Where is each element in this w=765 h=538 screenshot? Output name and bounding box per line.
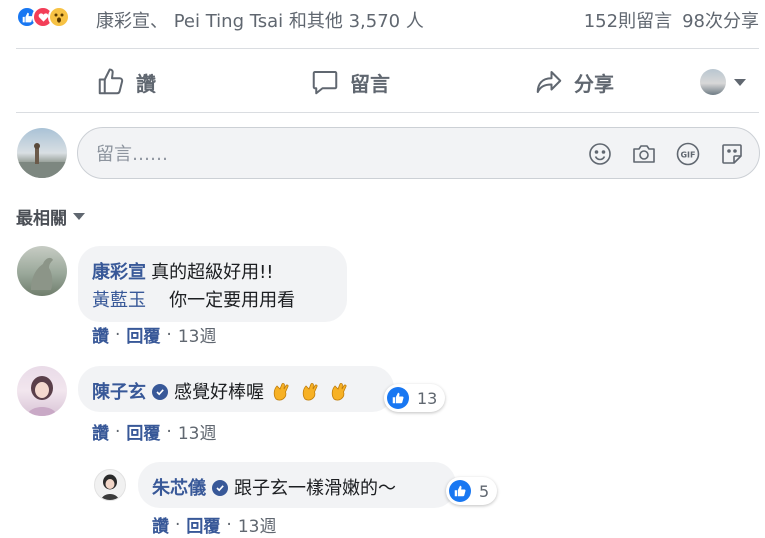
- commenter-avatar[interactable]: [17, 246, 67, 296]
- comment-line: 黃藍玉 你一定要用用看: [92, 286, 295, 312]
- reactors-summary[interactable]: 康彩宣、 Pei Ting Tsai 和其他 3,570 人: [96, 7, 424, 33]
- mention-link[interactable]: 黃藍玉: [92, 290, 146, 311]
- comment-button[interactable]: 留言: [310, 60, 390, 104]
- separator: ·: [226, 514, 232, 535]
- comment-icon: [312, 71, 338, 95]
- comment-actions: 讚 · 回覆 · 13週: [92, 322, 217, 348]
- comment-like-link[interactable]: 讚: [92, 419, 109, 444]
- commenter-avatar[interactable]: [17, 366, 67, 416]
- separator: ·: [115, 421, 121, 442]
- comments-count[interactable]: 152則留言: [584, 11, 672, 32]
- person-photo-icon: [17, 143, 67, 178]
- emoji-icon[interactable]: [586, 140, 614, 168]
- comment-sort-dropdown[interactable]: 最相關: [16, 204, 85, 229]
- current-user-avatar[interactable]: [17, 128, 67, 178]
- thumbs-up-icon: [98, 68, 124, 95]
- comment-reply-link[interactable]: 回覆: [186, 512, 220, 537]
- separator: ·: [115, 324, 121, 345]
- separator: ·: [166, 324, 172, 345]
- person-photo-icon: [27, 376, 57, 416]
- comment-label: 留言: [350, 71, 390, 96]
- like-button[interactable]: 讚: [96, 60, 156, 104]
- comment-author[interactable]: 陳子玄: [92, 382, 146, 403]
- comment-reaction-count[interactable]: 13: [384, 384, 446, 412]
- comment-input[interactable]: [94, 139, 558, 169]
- engagement-counts: 152則留言 98次分享: [584, 7, 759, 33]
- comment-text: 你一定要用用看: [169, 290, 296, 311]
- caret-down-icon: [73, 213, 85, 220]
- reaction-icons[interactable]: [16, 6, 70, 30]
- sticker-icon[interactable]: [718, 140, 746, 168]
- comment-composer[interactable]: GIF: [77, 127, 760, 179]
- camera-icon[interactable]: [630, 140, 658, 168]
- comment-actions: 讚 · 回覆 · 13週: [92, 419, 217, 445]
- comment-author[interactable]: 朱芯儀: [152, 478, 206, 499]
- comment-reply-link[interactable]: 回覆: [126, 322, 160, 347]
- wow-reaction-icon: [48, 6, 70, 28]
- gif-icon[interactable]: GIF: [674, 140, 702, 168]
- shares-count[interactable]: 98次分享: [682, 11, 759, 32]
- chevron-down-icon: [734, 78, 746, 86]
- separator: ·: [175, 514, 181, 535]
- comment-author[interactable]: 康彩宣: [92, 262, 146, 283]
- reply-avatar[interactable]: [94, 469, 126, 501]
- share-icon: [536, 71, 562, 93]
- comment-text: 感覺好棒喔: [174, 382, 264, 403]
- comment-text: 跟子玄一樣滑嫩的～: [234, 478, 396, 499]
- like-label: 讚: [136, 71, 156, 96]
- comment-bubble: 康彩宣 真的超級好用!! 黃藍玉 你一定要用用看: [78, 246, 347, 322]
- comment-text: 真的超級好用!!: [151, 262, 274, 283]
- divider: [16, 112, 759, 113]
- reply-bubble: 朱芯儀 跟子玄一樣滑嫩的～: [138, 462, 456, 508]
- reaction-count: 5: [479, 481, 490, 501]
- share-label: 分享: [574, 71, 614, 96]
- dinosaur-photo-icon: [31, 257, 53, 290]
- comment-line: 康彩宣 真的超級好用!!: [92, 258, 274, 284]
- verified-badge-icon: [152, 384, 168, 400]
- comment-like-link[interactable]: 讚: [152, 512, 169, 537]
- like-reaction-icon: [387, 387, 409, 409]
- sort-label: 最相關: [16, 209, 67, 229]
- comment-reply-link[interactable]: 回覆: [126, 419, 160, 444]
- share-button[interactable]: 分享: [534, 60, 614, 104]
- clapping-hands-icon: [264, 383, 351, 402]
- comment-bubble: 陳子玄 感覺好棒喔: [78, 366, 394, 412]
- comment-timestamp[interactable]: 13週: [178, 322, 217, 347]
- comment-like-link[interactable]: 讚: [92, 322, 109, 347]
- like-reaction-icon: [449, 480, 471, 502]
- comment-timestamp[interactable]: 13週: [178, 419, 217, 444]
- audience-selector[interactable]: [700, 60, 746, 104]
- separator: ·: [166, 421, 172, 442]
- comment-line: 朱芯儀 跟子玄一樣滑嫩的～: [152, 474, 396, 500]
- comment-line: 陳子玄 感覺好棒喔: [92, 378, 351, 404]
- person-photo-icon: [101, 474, 119, 500]
- comment-actions: 讚 · 回覆 · 13週: [152, 512, 277, 538]
- comment-timestamp[interactable]: 13週: [238, 512, 277, 537]
- divider: [16, 48, 759, 49]
- svg-text:GIF: GIF: [680, 151, 695, 160]
- verified-badge-icon: [212, 480, 228, 496]
- reaction-count: 13: [417, 388, 438, 408]
- avatar: [700, 69, 726, 95]
- comment-reaction-count[interactable]: 5: [446, 477, 498, 505]
